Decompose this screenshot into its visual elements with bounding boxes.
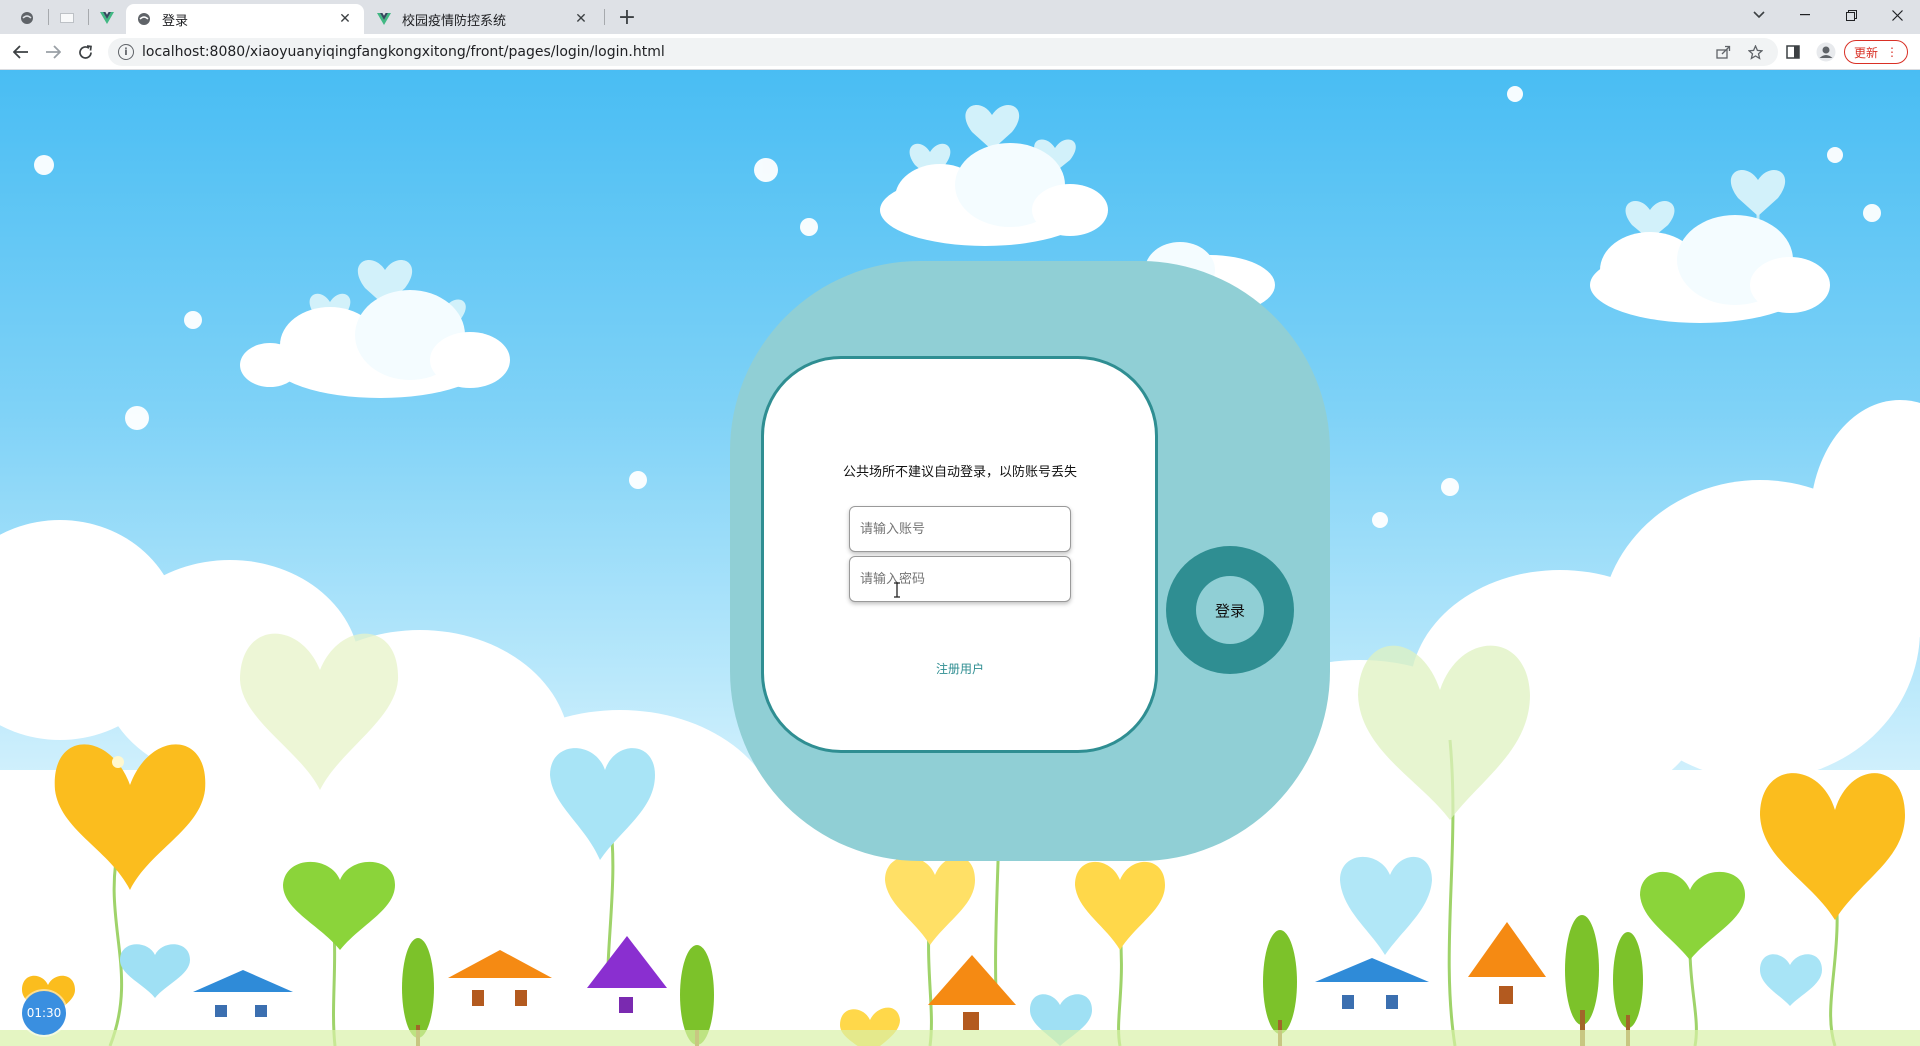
share-icon [1715, 45, 1730, 59]
forward-button[interactable] [40, 39, 66, 65]
account-input[interactable] [849, 506, 1071, 552]
tab-campus-system[interactable]: 校园疫情防控系统 ✕ [366, 4, 600, 34]
url-text: localhost:8080/xiaoyuanyiqingfangkongxit… [142, 44, 665, 60]
pinned-tab-vue[interactable] [92, 5, 122, 31]
pinned-tab-globe[interactable] [12, 5, 42, 31]
address-bar[interactable]: i localhost:8080/xiaoyuanyiqingfangkongx… [108, 38, 1778, 66]
back-button[interactable] [8, 39, 34, 65]
password-input[interactable] [849, 556, 1071, 602]
reload-button[interactable] [72, 39, 98, 65]
info-icon[interactable]: i [118, 44, 134, 60]
close-tab-icon[interactable]: ✕ [336, 11, 354, 27]
login-button[interactable]: 登录 [1196, 576, 1264, 644]
side-panel-button[interactable] [1779, 38, 1807, 66]
close-icon [1891, 9, 1903, 21]
more-menu-icon: ⋮ [1886, 45, 1898, 59]
auto-login-notice: 公共场所不建议自动登录，以防账号丢失 [842, 465, 1077, 480]
tab-separator [88, 9, 89, 25]
chevron-down-icon [1753, 11, 1765, 19]
side-panel-icon [1786, 45, 1800, 59]
globe-icon [21, 12, 33, 24]
minimize-icon [1800, 14, 1810, 16]
tab-title: 校园疫情防控系统 [402, 13, 507, 29]
share-button[interactable] [1709, 38, 1737, 66]
blank-page-icon [60, 13, 74, 23]
vue-icon [100, 11, 114, 24]
page-viewport: 公共场所不建议自动登录，以防账号丢失 注册用户 登录 01:30 [0, 70, 1920, 1046]
profile-icon [1816, 42, 1836, 62]
close-window-button[interactable] [1874, 0, 1920, 30]
pinned-tab-blank[interactable] [52, 5, 82, 31]
star-icon [1747, 44, 1763, 60]
restore-button[interactable] [1828, 0, 1874, 30]
tab-title: 登录 [162, 13, 189, 29]
tab-separator [604, 9, 605, 25]
tab-search-button[interactable] [1736, 0, 1782, 30]
timer-badge: 01:30 [22, 991, 66, 1035]
cloud-center [880, 104, 1108, 246]
tab-separator [48, 9, 49, 25]
back-arrow-icon [13, 45, 28, 59]
browser-toolbar: i localhost:8080/xiaoyuanyiqingfangkongx… [0, 34, 1920, 70]
text-cursor-icon [894, 582, 900, 598]
update-button[interactable]: 更新 ⋮ [1844, 40, 1908, 64]
update-label: 更新 [1853, 45, 1878, 60]
profile-button[interactable] [1812, 38, 1840, 66]
vue-icon [376, 11, 392, 27]
login-card [761, 356, 1158, 753]
new-tab-button[interactable]: + [614, 5, 640, 31]
close-tab-icon[interactable]: ✕ [572, 11, 590, 27]
cloud-left [240, 259, 510, 398]
reload-icon [78, 44, 92, 59]
forward-arrow-icon [46, 45, 61, 59]
tab-login[interactable]: 登录 ✕ [126, 4, 364, 34]
bookmark-button[interactable] [1741, 38, 1769, 66]
restore-icon [1845, 9, 1857, 21]
register-link[interactable]: 注册用户 [900, 660, 1020, 677]
browser-tab-bar: 登录 ✕ 校园疫情防控系统 ✕ + [0, 0, 1920, 34]
globe-icon [136, 11, 152, 27]
cloud-right [1590, 169, 1830, 323]
minimize-button[interactable] [1782, 0, 1828, 30]
